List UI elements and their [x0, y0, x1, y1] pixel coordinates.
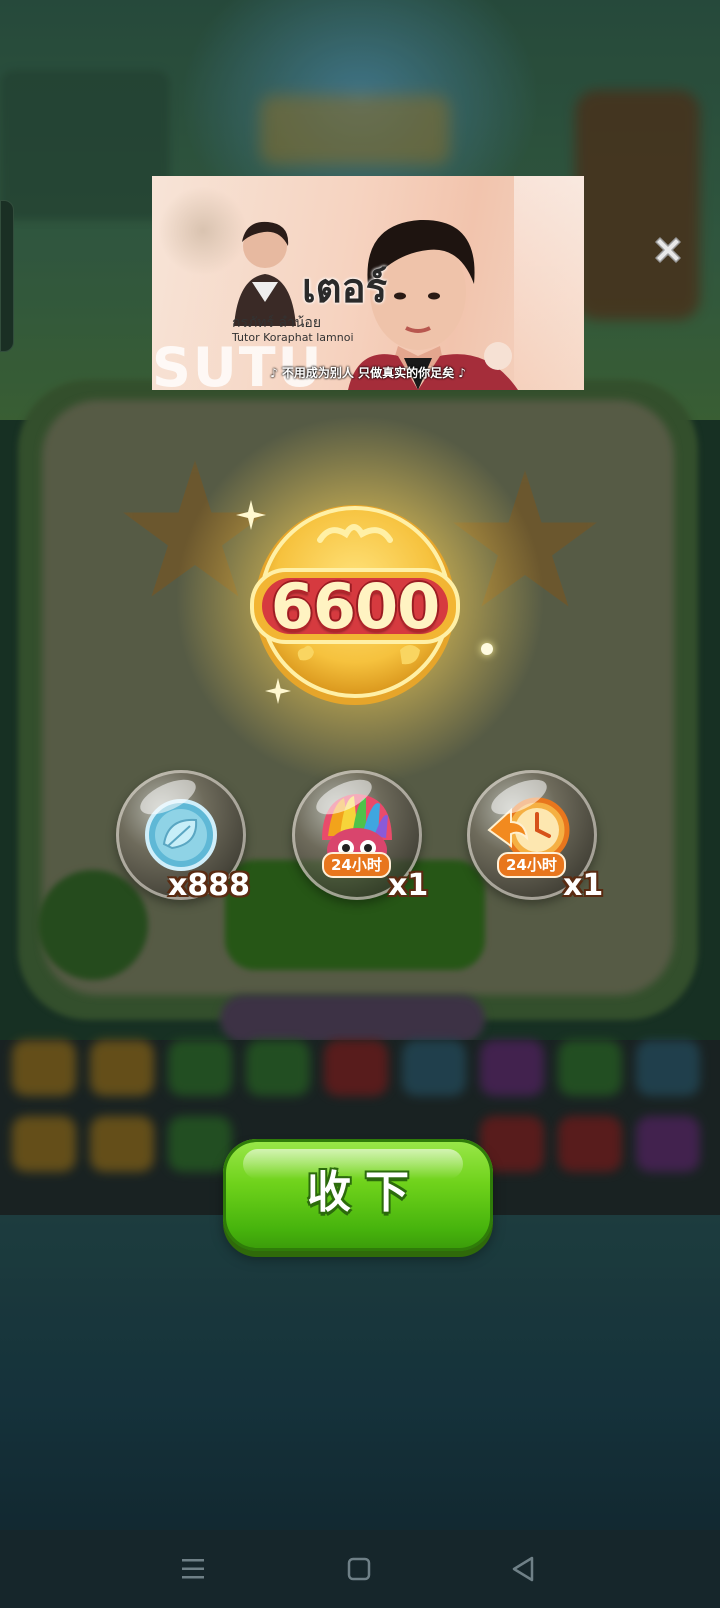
reward-item-bubble: x888 [116, 770, 250, 903]
ad-background-lettering: SUTU [152, 336, 324, 390]
ad-english-name: Tutor Koraphat lamnoi [232, 331, 354, 344]
item-quantity: x1 [388, 868, 429, 903]
back-icon[interactable] [506, 1552, 540, 1586]
system-nav-bar [0, 1530, 720, 1608]
coin-amount: 6600 [270, 570, 441, 643]
item-quantity: x1 [563, 868, 604, 903]
ad-person-small-image [234, 221, 296, 326]
duration-badge: 24小时 [497, 852, 566, 878]
sparkle-dot [481, 643, 493, 655]
collect-button[interactable]: 收下 [223, 1139, 493, 1251]
menu-icon[interactable] [176, 1552, 210, 1586]
video-ad-banner[interactable]: SUTU เตอร์ กรภัทร์ ลำน้อย Tutor Koraphat… [152, 176, 584, 390]
item-quantity: x888 [168, 868, 250, 903]
home-icon[interactable] [342, 1552, 376, 1586]
duration-badge: 24小时 [322, 852, 391, 878]
reward-item-bubble: 24小时 x1 [292, 770, 428, 903]
close-icon[interactable] [650, 232, 686, 268]
ad-caption: ♪ 不用成为别人 只做真实的你足矣 ♪ [270, 366, 466, 380]
ad-thai-title: เตอร์ [302, 266, 388, 312]
reward-item-bubble: 24小时 x1 [467, 770, 603, 903]
collect-button-label: 收下 [307, 1167, 423, 1218]
